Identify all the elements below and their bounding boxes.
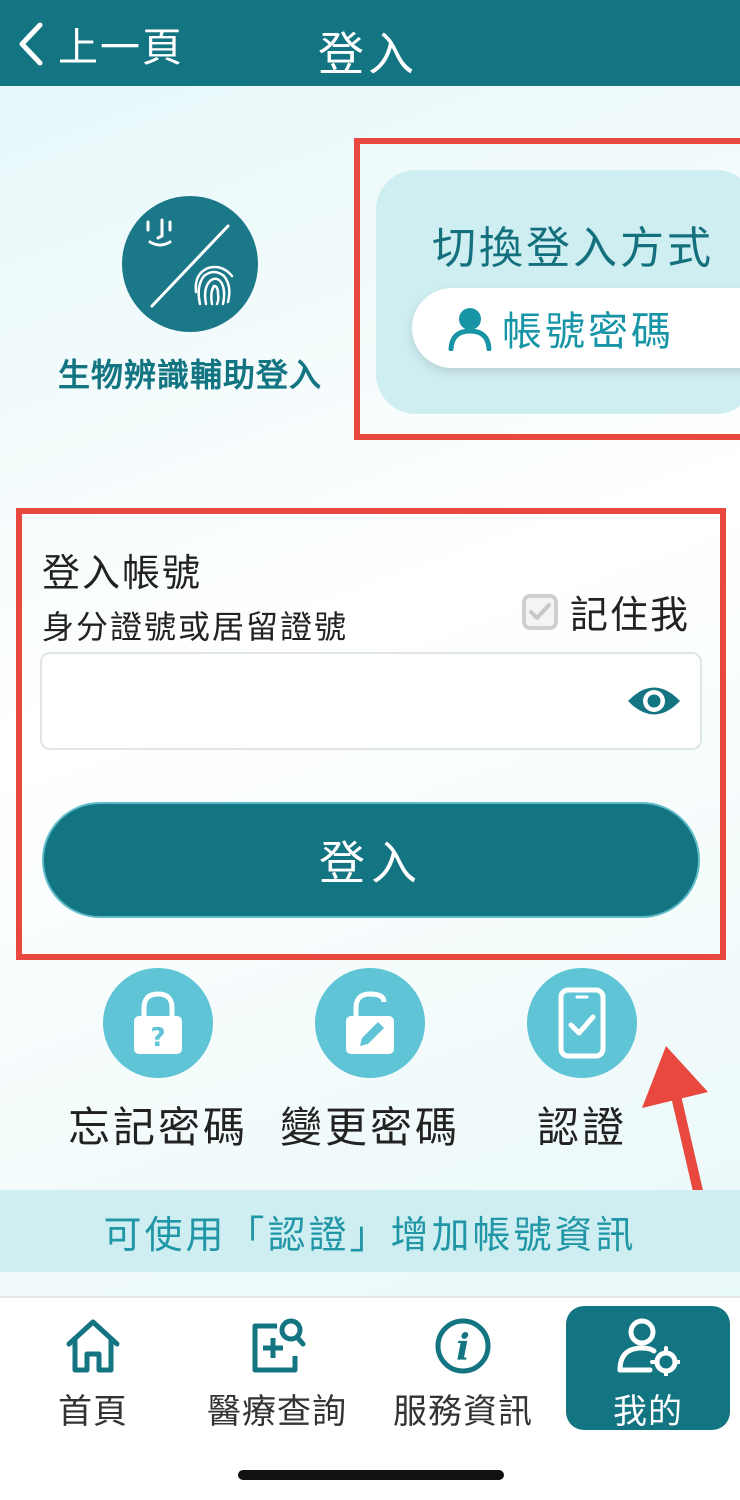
checkbox-icon: [522, 593, 558, 630]
user-settings-icon: [617, 1318, 682, 1378]
tab-medical-search-label: 醫療查詢: [207, 1392, 347, 1432]
home-icon: [66, 1319, 120, 1373]
tab-medical-search[interactable]: 醫療查詢: [192, 1306, 362, 1432]
user-icon: [448, 308, 492, 351]
switch-login-card: 切換登入方式 帳號密碼: [376, 170, 740, 414]
lock-edit-icon: [315, 968, 425, 1078]
back-button[interactable]: 上一頁: [14, 18, 184, 71]
remember-me-checkbox[interactable]: 記住我: [522, 584, 690, 639]
svg-text:i: i: [456, 1327, 470, 1369]
tab-home-label: 首頁: [58, 1392, 128, 1432]
account-password-option[interactable]: 帳號密碼: [412, 288, 740, 368]
svg-text:?: ?: [150, 1023, 165, 1053]
login-button[interactable]: 登入: [42, 802, 700, 918]
phone-check-icon: [527, 968, 637, 1078]
page-title: 登入: [318, 27, 418, 81]
switch-login-title: 切換登入方式: [432, 223, 714, 274]
lock-question-icon: ?: [103, 968, 213, 1078]
back-label: 上一頁: [58, 25, 184, 71]
tab-mine[interactable]: 我的: [566, 1306, 730, 1432]
remember-me-label: 記住我: [570, 593, 691, 637]
eye-icon[interactable]: [624, 676, 684, 726]
biometric-login-button[interactable]: 生物辨識輔助登入: [30, 196, 350, 396]
id-number-input[interactable]: [40, 652, 702, 750]
forgot-password-label: 忘記密碼: [67, 1103, 248, 1152]
account-title: 登入帳號: [42, 551, 203, 595]
tip-banner: 可使用「認證」增加帳號資訊: [0, 1190, 740, 1272]
tab-mine-label: 我的: [613, 1392, 683, 1432]
biometric-label: 生物辨識輔助登入: [57, 356, 322, 394]
medical-search-icon: [252, 1318, 306, 1373]
change-password-button[interactable]: 變更密碼: [270, 968, 470, 1155]
face-fingerprint-icon: [122, 196, 258, 332]
login-form-highlight: 登入帳號 身分證號或居留證號 記住我 登入: [16, 508, 726, 960]
account-hint: 身分證號或居留證號: [42, 608, 349, 646]
main-content: 生物辨識輔助登入 切換登入方式 帳號密碼 登入帳號 身分證號或居留證號 記住我: [0, 86, 740, 1296]
account-password-label: 帳號密碼: [502, 309, 674, 355]
tab-service-info[interactable]: i 服務資訊: [378, 1306, 548, 1432]
chevron-left-icon: [19, 22, 43, 66]
top-bar: 上一頁 登入: [0, 0, 740, 86]
info-icon: i: [435, 1318, 491, 1374]
forgot-password-button[interactable]: ? 忘記密碼: [58, 968, 258, 1155]
home-indicator: [238, 1470, 504, 1480]
tab-home[interactable]: 首頁: [8, 1306, 178, 1432]
tab-service-info-label: 服務資訊: [393, 1392, 533, 1432]
switch-login-highlight: 切換登入方式 帳號密碼: [354, 138, 740, 440]
change-password-label: 變更密碼: [279, 1103, 460, 1152]
